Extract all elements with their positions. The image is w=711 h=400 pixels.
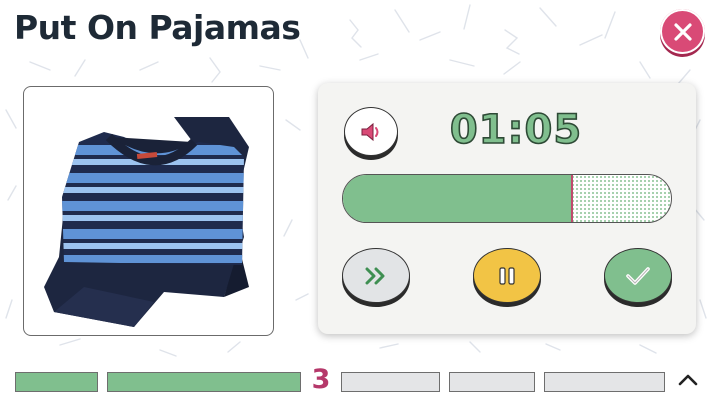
chevron-up-icon[interactable]	[676, 370, 700, 390]
page-title: Put On Pajamas	[14, 8, 301, 47]
step-segment-6	[544, 372, 665, 392]
timer-display: 01:05	[449, 106, 583, 154]
step-segment-5	[449, 372, 535, 392]
step-segment-1	[15, 372, 98, 392]
skip-button[interactable]	[342, 248, 410, 303]
close-button[interactable]	[660, 9, 705, 54]
pause-icon	[499, 266, 515, 285]
timer-progress-fill	[343, 175, 573, 222]
close-icon	[673, 22, 692, 41]
pause-button[interactable]	[473, 248, 541, 303]
step-segment-4	[341, 372, 440, 392]
speaker-icon	[361, 122, 379, 141]
double-chevron-right-icon	[365, 267, 385, 284]
timer-progress-bar	[342, 174, 672, 223]
done-button[interactable]	[604, 248, 672, 303]
pajamas-illustration	[44, 117, 249, 327]
current-step-number: 3	[311, 364, 331, 395]
checkmark-icon	[626, 266, 650, 285]
step-progress-bar: 3	[0, 364, 711, 396]
activity-image	[23, 86, 274, 336]
sound-toggle-button[interactable]	[344, 107, 398, 156]
timer-panel: 01:05	[318, 83, 696, 334]
step-segment-2	[107, 372, 301, 392]
